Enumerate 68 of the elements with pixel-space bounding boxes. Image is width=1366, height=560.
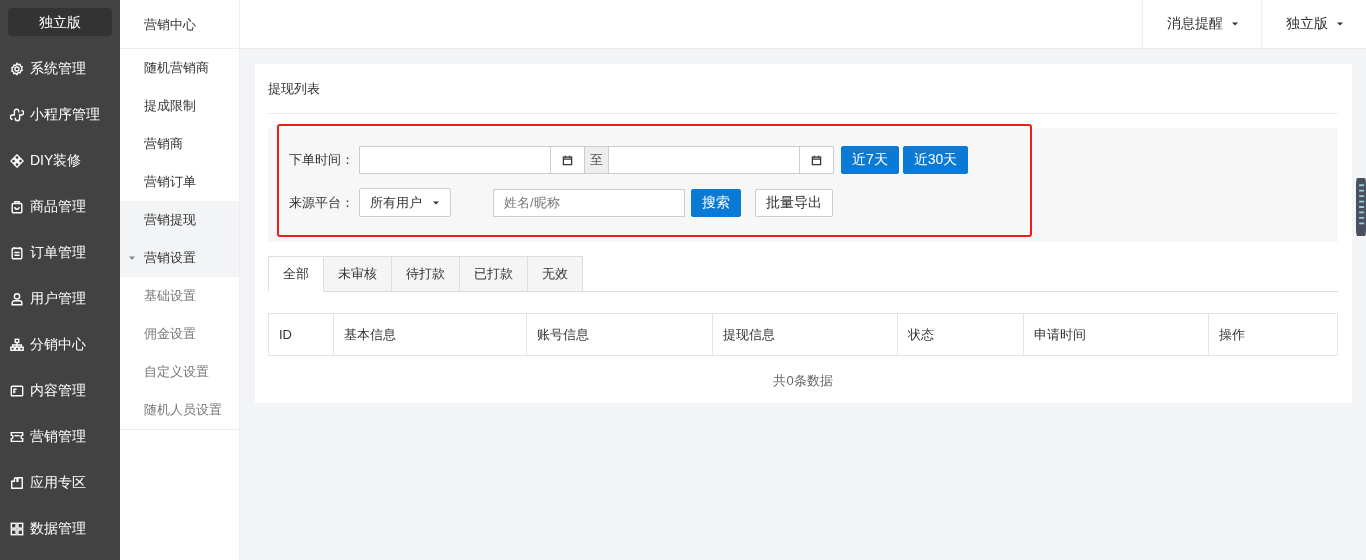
calendar-button[interactable] (551, 146, 585, 174)
caret-down-icon (1336, 20, 1344, 28)
dropdown-menu[interactable]: 独立版 (1261, 0, 1366, 48)
tab[interactable]: 待打款 (392, 256, 460, 292)
quick-range-button[interactable]: 近7天 (841, 146, 899, 174)
sidebar-item[interactable]: 分销中心 (0, 334, 120, 356)
sidebar-item[interactable]: 应用专区 (0, 472, 120, 494)
calendar-icon (562, 154, 573, 166)
calendar-button[interactable] (800, 146, 834, 174)
sidebar-item[interactable]: 订单管理 (0, 242, 120, 264)
search-button[interactable]: 搜索 (691, 188, 741, 217)
field-label: 来源平台： (289, 193, 355, 212)
export-button[interactable]: 批量导出 (755, 188, 833, 217)
field-label: 下单时间： (289, 151, 355, 169)
nav-subitem[interactable]: 佣金设置 (120, 315, 239, 353)
sidebar-item[interactable]: 内容管理 (0, 380, 120, 402)
sidebar-item[interactable]: 商品管理 (0, 196, 120, 218)
column-header: 基本信息 (333, 313, 527, 356)
nav-item[interactable]: 随机营销商 (120, 49, 239, 87)
clipboard-icon (10, 246, 24, 260)
nav-item[interactable]: 营销商 (120, 125, 239, 163)
nav-item[interactable]: 营销订单 (120, 163, 239, 201)
section-title: 营销中心 (120, 0, 239, 49)
panel-icon (10, 384, 24, 398)
column-header: ID (268, 313, 334, 356)
column-header: 账号信息 (526, 313, 713, 356)
tab[interactable]: 无效 (528, 256, 583, 292)
link-icon (10, 108, 24, 122)
person-icon (10, 292, 24, 306)
search-field[interactable]: 姓名/昵称 (493, 188, 685, 217)
sidebar-item[interactable]: 系统管理 (0, 58, 120, 80)
network-icon (10, 338, 24, 352)
caret-down-icon (1231, 20, 1239, 28)
nav-item[interactable]: 提成限制 (120, 87, 239, 125)
nav-subitem[interactable]: 基础设置 (120, 277, 239, 315)
dropdown-menu[interactable]: 消息提醒 (1142, 0, 1261, 48)
calendar-icon (811, 154, 822, 166)
nav-subitem[interactable]: 自定义设置 (120, 353, 239, 391)
sidebar-item[interactable]: 用户管理 (0, 288, 120, 310)
grid-icon (10, 522, 24, 536)
tab[interactable]: 全部 (268, 256, 324, 292)
sidebar-item[interactable]: DIY装修 (0, 150, 120, 172)
card-title: 提现列表 (268, 64, 1338, 114)
tab[interactable]: 未审核 (324, 256, 392, 292)
end-date-field[interactable] (608, 146, 800, 174)
column-header: 提现信息 (712, 313, 898, 356)
sidebar-item[interactable]: 营销管理 (0, 426, 120, 448)
column-header: 申请时间 (1023, 313, 1209, 356)
column-header: 状态 (897, 313, 1024, 356)
puzzle-icon (10, 476, 24, 490)
quick-range-button[interactable]: 近30天 (902, 146, 969, 174)
start-date-field[interactable] (359, 146, 551, 174)
nav-subitem[interactable]: 随机人员设置 (120, 391, 239, 429)
column-header: 操作 (1208, 313, 1338, 356)
handle-icon[interactable] (1356, 178, 1366, 236)
range-separator: 至 (585, 146, 608, 174)
bag-icon (10, 200, 24, 214)
sidebar-item[interactable]: 小程序管理 (0, 104, 120, 126)
ticket-icon (10, 430, 24, 444)
brand-label: 独立版 (8, 8, 112, 36)
tab[interactable]: 已打款 (460, 256, 528, 292)
empty-message: 共0条数据 (772, 372, 834, 390)
nav-item[interactable]: 营销设置 (120, 239, 239, 277)
sidebar-item[interactable]: 数据管理 (0, 518, 120, 540)
platform-select[interactable]: 所有用户 (359, 188, 451, 217)
gear-icon (10, 62, 24, 76)
diamond-icon (10, 154, 24, 168)
nav-item[interactable]: 营销提现 (120, 201, 239, 239)
